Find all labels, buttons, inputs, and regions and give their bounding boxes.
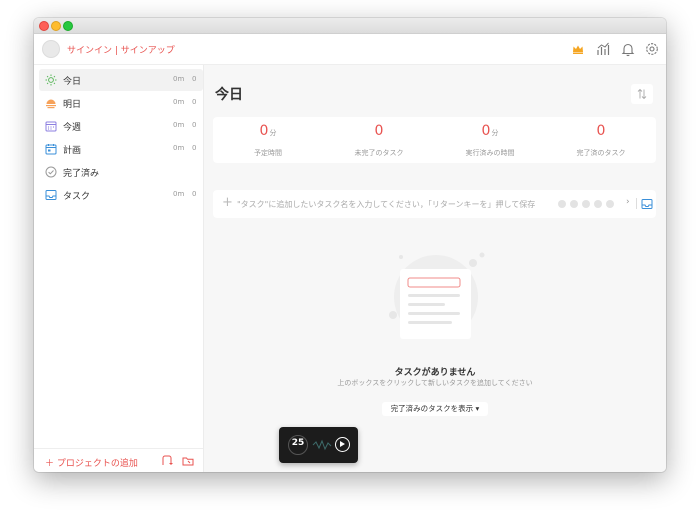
sidebar-item-today[interactable]: 今日 0m 0 [39, 69, 203, 91]
bell-icon[interactable] [620, 41, 636, 57]
crown-icon[interactable] [570, 41, 586, 57]
add-project-button[interactable]: ＋ プロジェクトの追加 [45, 456, 138, 469]
pomodoro-count-icon[interactable] [558, 200, 566, 208]
show-completed-button[interactable]: 完了済みのタスクを表示 ▾ [382, 402, 488, 416]
play-icon [340, 441, 345, 447]
avatar[interactable] [42, 40, 60, 58]
waveform-icon [312, 439, 332, 451]
stat-number: 0 [481, 123, 491, 139]
pomodoro-count-icon[interactable] [570, 200, 578, 208]
stat-value: 0分 [213, 123, 323, 139]
stat-value: 0 [324, 123, 434, 139]
pomodoro-count-icon[interactable] [606, 200, 614, 208]
page-title: 今日 [215, 87, 243, 103]
sidebar-item-label: 明日 [63, 100, 82, 110]
sidebar-item-label: 完了済み [63, 169, 100, 179]
sidebar-item-plan[interactable]: 計画 0m 0 [39, 138, 203, 160]
stat-number: 0 [259, 123, 269, 139]
sidebar-item-time: 0m [173, 98, 185, 106]
pomodoro-count-icon[interactable] [582, 200, 590, 208]
sidebar-item-count: 0 [192, 98, 197, 106]
sort-button[interactable] [631, 84, 653, 104]
stat-number: 0 [596, 123, 606, 139]
sidebar-item-completed[interactable]: 完了済み [39, 161, 203, 183]
pomodoro-widget[interactable]: 25 [279, 427, 358, 463]
pomodoro-minutes: 25 [291, 438, 305, 448]
stat-estimated-time: 0分 予定時間 [213, 117, 323, 163]
empty-state-subtitle: 上のボックスをクリックして新しいタスクを追加してください [337, 379, 533, 387]
add-task-input[interactable]: + "タスク"に追加したいタスク名を入力してください，「リターンキーを」押して保… [213, 190, 656, 218]
stats-icon[interactable] [595, 41, 611, 57]
calendar-plan-icon [45, 144, 57, 155]
sidebar-item-this-week[interactable]: 今週 0m 0 [39, 115, 203, 137]
sidebar: 今日 0m 0 明日 0m 0 今週 0m 0 計画 0m 0 完了済み タスク… [34, 65, 204, 472]
sidebar-item-time: 0m [173, 190, 185, 198]
sunset-icon [46, 99, 56, 109]
stat-label: 予定時間 [254, 149, 282, 157]
close-window-button[interactable] [39, 21, 49, 31]
calendar-week-icon [45, 121, 57, 132]
stat-number: 0 [374, 123, 384, 139]
pomodoro-count-icon[interactable] [594, 200, 602, 208]
stat-label: 未完了のタスク [354, 149, 404, 157]
sidebar-item-tomorrow[interactable]: 明日 0m 0 [39, 92, 203, 114]
sun-icon [45, 74, 57, 86]
empty-state-illustration [389, 252, 485, 339]
empty-state-title: タスクがありません [394, 368, 476, 378]
settings-icon[interactable] [644, 41, 660, 57]
chevron-right-icon[interactable]: › [626, 197, 630, 207]
window-titlebar [34, 18, 666, 34]
sidebar-footer: ＋ プロジェクトの追加 [34, 448, 203, 472]
plus-icon: + [222, 195, 233, 210]
sort-icon [637, 88, 647, 100]
folder-icon[interactable] [182, 455, 194, 467]
inbox-icon[interactable] [641, 198, 653, 210]
sidebar-item-label: 今週 [63, 123, 82, 133]
add-task-placeholder: "タスク"に追加したいタスク名を入力してください，「リターンキーを」押して保存 [237, 200, 536, 209]
sidebar-item-time: 0m [173, 144, 185, 152]
stat-label: 実行済みの時間 [465, 149, 515, 157]
sidebar-item-tasks[interactable]: タスク 0m 0 [39, 184, 203, 206]
sidebar-item-count: 0 [192, 75, 197, 83]
stat-unit: 分 [269, 129, 277, 137]
stat-incomplete-tasks: 0 未完了のタスク [324, 117, 434, 163]
sidebar-item-time: 0m [173, 121, 185, 129]
sidebar-item-label: 今日 [63, 77, 82, 87]
sidebar-item-count: 0 [192, 144, 197, 152]
sidebar-item-count: 0 [192, 121, 197, 129]
stat-label: 完了済のタスク [576, 149, 626, 157]
zoom-window-button[interactable] [63, 21, 73, 31]
signin-link[interactable]: サインイン | サインアップ [67, 43, 175, 56]
minimize-window-button[interactable] [51, 21, 61, 31]
stat-completed-tasks: 0 完了済のタスク [546, 117, 656, 163]
stat-unit: 分 [491, 129, 499, 137]
sidebar-item-label: タスク [63, 192, 91, 202]
main-panel: 今日 0分 予定時間 0 未完了のタスク 0分 実行済みの時間 0 完了済のタス… [204, 65, 666, 472]
app-window: サインイン | サインアップ 今日 0m 0 明日 0m 0 今週 0m 0 計… [34, 18, 666, 472]
sidebar-item-count: 0 [192, 190, 197, 198]
check-circle-icon [45, 166, 57, 178]
app-header: サインイン | サインアップ [34, 34, 666, 65]
inbox-icon [45, 190, 57, 200]
sidebar-item-time: 0m [173, 75, 185, 83]
stats-card: 0分 予定時間 0 未完了のタスク 0分 実行済みの時間 0 完了済のタスク [213, 117, 656, 163]
stat-value: 0分 [435, 123, 545, 139]
divider [636, 198, 637, 209]
sidebar-item-label: 計画 [63, 146, 82, 156]
stat-value: 0 [546, 123, 656, 139]
add-folder-icon[interactable] [161, 455, 173, 467]
stat-elapsed-time: 0分 実行済みの時間 [435, 117, 545, 163]
